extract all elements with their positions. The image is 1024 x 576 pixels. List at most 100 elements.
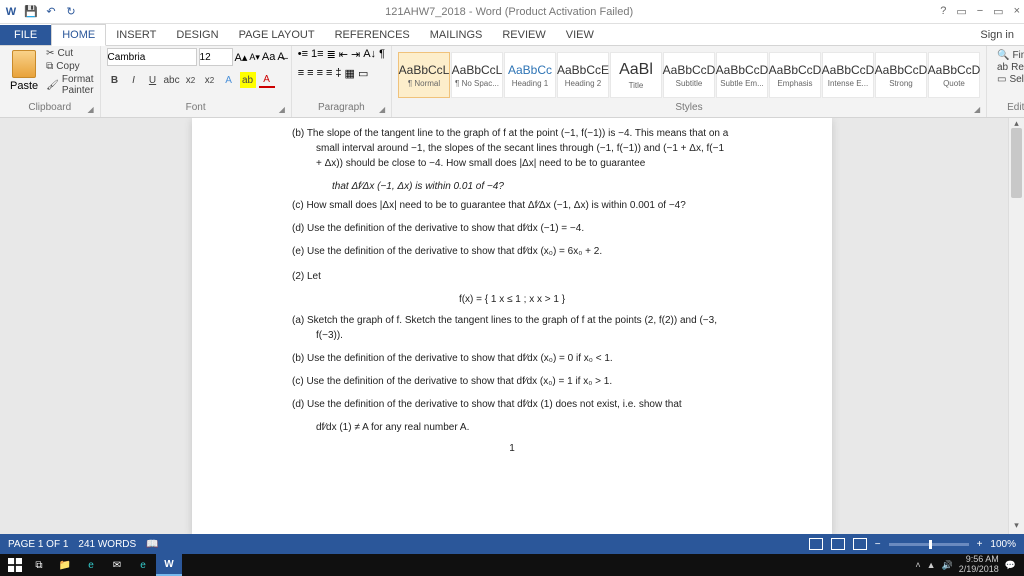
subscript-button[interactable]: x2 (183, 72, 199, 88)
find-button[interactable]: 🔍Find▾ (997, 50, 1024, 61)
superscript-button[interactable]: x2 (202, 72, 218, 88)
justify-icon[interactable]: ≡ (326, 67, 332, 80)
tab-view[interactable]: VIEW (556, 25, 604, 45)
edge-icon[interactable]: e (78, 554, 104, 576)
status-words[interactable]: 241 WORDS (78, 539, 136, 550)
document-area[interactable]: (b) The slope of the tangent line to the… (0, 118, 1024, 534)
clear-format-icon[interactable]: A̶ (277, 51, 284, 63)
zoom-out-icon[interactable]: − (875, 539, 881, 550)
print-layout-icon[interactable] (831, 538, 845, 550)
cut-button[interactable]: ✂Cut (46, 48, 93, 59)
borders-icon[interactable]: ▭ (358, 67, 368, 80)
tab-design[interactable]: DESIGN (166, 25, 228, 45)
show-marks-icon[interactable]: ¶ (379, 48, 385, 61)
style-intense-e-[interactable]: AaBbCcDIntense E... (822, 52, 874, 98)
read-mode-icon[interactable] (809, 538, 823, 550)
network-icon[interactable]: ▲ (927, 560, 936, 570)
bullets-icon[interactable]: •≡ (298, 48, 308, 61)
document-page[interactable]: (b) The slope of the tangent line to the… (192, 118, 832, 534)
zoom-slider[interactable] (889, 543, 969, 546)
styles-launcher-icon[interactable]: ◢ (974, 105, 984, 115)
font-size-input[interactable] (199, 48, 233, 66)
font-launcher-icon[interactable]: ◢ (279, 105, 289, 115)
ie-icon[interactable]: e (130, 554, 156, 576)
volume-icon[interactable]: 🔊 (942, 560, 953, 571)
tab-file[interactable]: FILE (0, 25, 51, 45)
copy-icon: ⧉ (46, 61, 53, 72)
highlight-icon[interactable]: ab (240, 72, 256, 88)
sort-icon[interactable]: A↓ (363, 48, 376, 61)
task-view-icon[interactable]: ⧉ (26, 554, 52, 576)
italic-button[interactable]: I (126, 72, 142, 88)
style-emphasis[interactable]: AaBbCcDEmphasis (769, 52, 821, 98)
file-explorer-icon[interactable]: 📁 (52, 554, 78, 576)
tray-up-icon[interactable]: ˄ (915, 560, 920, 570)
align-right-icon[interactable]: ≡ (317, 67, 323, 80)
web-layout-icon[interactable] (853, 538, 867, 550)
zoom-in-icon[interactable]: + (977, 539, 983, 550)
action-center-icon[interactable]: 💬 (1005, 560, 1016, 571)
change-case-icon[interactable]: Aa (262, 51, 275, 63)
tab-insert[interactable]: INSERT (106, 25, 166, 45)
styles-gallery[interactable]: AaBbCcL¶ NormalAaBbCcL¶ No Spac...AaBbCc… (398, 48, 980, 102)
scroll-down-icon[interactable]: ▾ (1009, 520, 1024, 534)
increase-indent-icon[interactable]: ⇥ (351, 48, 360, 61)
mail-icon[interactable]: ✉ (104, 554, 130, 576)
text-effects-icon[interactable]: A (221, 72, 237, 88)
help-icon[interactable]: ? (940, 5, 946, 18)
style--normal[interactable]: AaBbCcL¶ Normal (398, 52, 450, 98)
copy-button[interactable]: ⧉Copy (46, 61, 93, 72)
close-icon[interactable]: × (1014, 5, 1020, 18)
tab-review[interactable]: REVIEW (492, 25, 555, 45)
strike-button[interactable]: abc (164, 72, 180, 88)
style-strong[interactable]: AaBbCcDStrong (875, 52, 927, 98)
tab-references[interactable]: REFERENCES (325, 25, 420, 45)
ribbon-display-icon[interactable]: ▭ (956, 5, 966, 18)
status-page[interactable]: PAGE 1 OF 1 (8, 539, 68, 550)
format-painter-button[interactable]: 🖌Format Painter (46, 74, 93, 96)
select-button[interactable]: ▭Select▾ (997, 74, 1024, 85)
tab-mailings[interactable]: MAILINGS (420, 25, 493, 45)
shrink-font-icon[interactable]: A▾ (249, 52, 260, 63)
underline-button[interactable]: U (145, 72, 161, 88)
align-center-icon[interactable]: ≡ (307, 67, 313, 80)
replace-button[interactable]: abReplace (997, 62, 1024, 73)
tab-home[interactable]: HOME (51, 24, 106, 46)
vertical-scrollbar[interactable]: ▴ ▾ (1008, 118, 1024, 534)
shading-icon[interactable]: ▦ (345, 67, 355, 80)
redo-icon[interactable]: ↻ (64, 5, 78, 19)
zoom-level[interactable]: 100% (990, 539, 1016, 550)
multilevel-icon[interactable]: ≣ (327, 48, 336, 61)
doc-equation: f(x) = { 1 x ≤ 1 ; x x > 1 } (292, 292, 732, 307)
font-color-icon[interactable]: A (259, 72, 275, 88)
decrease-indent-icon[interactable]: ⇤ (339, 48, 348, 61)
save-icon[interactable]: 💾 (24, 5, 38, 19)
word-taskbar-icon[interactable]: W (156, 554, 182, 576)
style--no-spac-[interactable]: AaBbCcL¶ No Spac... (451, 52, 503, 98)
numbering-icon[interactable]: 1≡ (311, 48, 324, 61)
start-button[interactable] (4, 554, 26, 576)
bold-button[interactable]: B (107, 72, 123, 88)
undo-icon[interactable]: ↶ (44, 5, 58, 19)
maximize-icon[interactable]: ▭ (993, 5, 1003, 18)
clipboard-launcher-icon[interactable]: ◢ (88, 105, 98, 115)
style-heading-1[interactable]: AaBbCcHeading 1 (504, 52, 556, 98)
paste-button[interactable]: Paste (6, 48, 42, 94)
style-title[interactable]: AaBlTitle (610, 52, 662, 98)
style-subtitle[interactable]: AaBbCcDSubtitle (663, 52, 715, 98)
sign-in-link[interactable]: Sign in (970, 25, 1024, 45)
grow-font-icon[interactable]: A▴ (235, 51, 248, 64)
align-left-icon[interactable]: ≡ (298, 67, 304, 80)
style-subtle-em-[interactable]: AaBbCcDSubtle Em... (716, 52, 768, 98)
tray-date[interactable]: 2/19/2018 (959, 565, 999, 575)
paragraph-launcher-icon[interactable]: ◢ (379, 105, 389, 115)
style-heading-2[interactable]: AaBbCcEHeading 2 (557, 52, 609, 98)
doc-text: (c) Use the definition of the derivative… (292, 374, 732, 389)
line-spacing-icon[interactable]: ‡ (335, 67, 341, 80)
scroll-thumb[interactable] (1011, 128, 1022, 198)
tab-page-layout[interactable]: PAGE LAYOUT (229, 25, 325, 45)
style-quote[interactable]: AaBbCcDQuote (928, 52, 980, 98)
minimize-icon[interactable]: − (977, 5, 983, 18)
font-name-input[interactable] (107, 48, 197, 66)
proofing-icon[interactable]: 📖 (146, 539, 158, 550)
